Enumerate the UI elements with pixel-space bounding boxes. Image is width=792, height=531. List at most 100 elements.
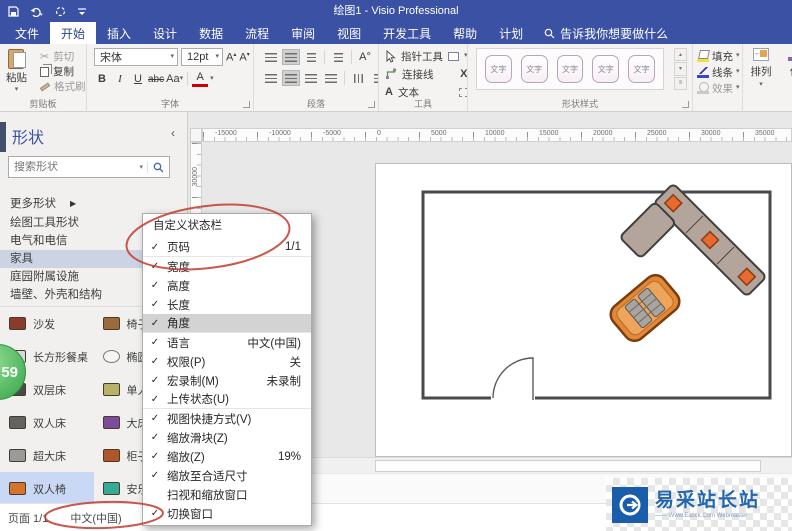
rectangle-tool-caret[interactable]: ▾ xyxy=(464,52,467,59)
status-page-number[interactable]: 页面 1/1 xyxy=(8,510,48,526)
paragraph-dialog-launcher[interactable] xyxy=(368,101,375,108)
gallery-down-button[interactable]: ▾ xyxy=(674,62,687,76)
shape-style-thumb[interactable]: 文字 xyxy=(485,55,512,83)
cut-button[interactable]: ✂ 剪切 xyxy=(40,49,86,64)
search-dropdown-caret[interactable]: ▾ xyxy=(135,163,147,171)
gallery-up-button[interactable]: ▴ xyxy=(674,48,687,62)
drawing-shape-icon[interactable] xyxy=(458,87,467,97)
context-menu-item[interactable]: ✓ 上传状态(U) xyxy=(143,390,311,409)
context-menu-item[interactable]: ✓ 高度 xyxy=(143,276,311,295)
context-menu-item[interactable]: ✓ 长度 xyxy=(143,295,311,314)
align-center-button[interactable] xyxy=(282,70,300,86)
context-menu-item[interactable]: ✓ 宏录制(M) 未录制 xyxy=(143,371,311,390)
master-shape-item[interactable]: 超大床 xyxy=(0,439,94,472)
master-shape-item[interactable]: 双人椅 xyxy=(0,472,94,505)
shape-styles-dialog-launcher[interactable] xyxy=(682,101,689,108)
arrange-button[interactable]: 排列 ▾ xyxy=(745,48,777,88)
ribbon-tab[interactable]: 文件 xyxy=(4,22,50,44)
format-painter-button[interactable]: 格式刷 xyxy=(39,79,86,94)
line-button[interactable]: 线条 ▾ xyxy=(697,64,740,80)
strikethrough-button[interactable]: abc xyxy=(148,71,164,87)
check-mark: ✓ xyxy=(150,280,160,291)
ribbon-tab[interactable]: 数据 xyxy=(188,22,234,44)
gallery-more-button[interactable]: ≡ xyxy=(674,76,687,90)
ribbon-tab[interactable]: 流程 xyxy=(234,22,280,44)
align-right-button[interactable] xyxy=(302,70,320,86)
context-menu-item[interactable]: ✓ 权限(P) 关 xyxy=(143,352,311,371)
grow-font-button[interactable]: A▴ xyxy=(226,51,236,63)
font-size-combo[interactable]: 12pt ▾ xyxy=(181,48,223,66)
font-dialog-launcher[interactable] xyxy=(243,101,250,108)
ribbon-tab[interactable]: 审阅 xyxy=(280,22,326,44)
ribbon-tab[interactable]: 帮助 xyxy=(442,22,488,44)
context-menu-item[interactable]: ✓ 角度 xyxy=(143,314,311,333)
align-left-button[interactable] xyxy=(262,70,280,86)
font-color-button[interactable]: A xyxy=(192,71,209,87)
paste-label: 粘贴 xyxy=(6,72,27,84)
panel-grip[interactable] xyxy=(0,122,6,152)
align-bottom-icon xyxy=(306,52,316,62)
menu-item-label: 缩放(Z) xyxy=(167,451,205,464)
pointer-tool-button[interactable]: 指针工具 ▾ xyxy=(385,47,467,65)
effects-button[interactable]: 效果 ▾ xyxy=(697,80,740,96)
fill-icon xyxy=(697,50,709,62)
master-shape-item[interactable]: 沙发 xyxy=(0,307,94,340)
rectangle-tool-icon[interactable] xyxy=(448,51,459,61)
ribbon-tab[interactable]: 视图 xyxy=(326,22,372,44)
shrink-font-button[interactable]: A▾ xyxy=(239,51,249,63)
ribbon-tab[interactable]: 插入 xyxy=(96,22,142,44)
font-color-caret[interactable]: ▾ xyxy=(210,75,214,82)
cut-icon: ✂ xyxy=(40,51,50,63)
ribbon-tab[interactable]: 计划 xyxy=(488,22,534,44)
change-case-button[interactable]: Aa ▾ xyxy=(166,71,183,87)
context-menu-item[interactable]: ✓ 缩放(Z) 19% xyxy=(143,447,311,466)
paste-button[interactable]: 粘贴 ▾ xyxy=(6,48,27,93)
context-menu-item[interactable]: ✓ 视图快捷方式(V) xyxy=(143,409,311,428)
ribbon-tab[interactable]: 设计 xyxy=(142,22,188,44)
underline-button[interactable]: U xyxy=(130,71,146,87)
context-menu-item[interactable]: ✓ 语言 中文(中国) xyxy=(143,333,311,352)
align-middle-button[interactable] xyxy=(282,49,300,65)
copy-icon xyxy=(40,66,49,77)
italic-button[interactable]: I xyxy=(112,71,128,87)
justify-button[interactable] xyxy=(322,70,340,86)
align-top-button[interactable] xyxy=(262,49,280,65)
status-language[interactable]: 中文(中国) xyxy=(70,510,121,526)
decrease-indent-button[interactable] xyxy=(369,70,378,86)
bullets-button[interactable] xyxy=(329,49,347,65)
panel-collapse-button[interactable]: ‹ xyxy=(171,126,175,140)
shape-style-thumb[interactable]: 文字 xyxy=(592,55,620,83)
ribbon-tab[interactable]: 开发工具 xyxy=(372,22,442,44)
context-menu-item[interactable]: 扫视和缩放窗口 xyxy=(143,485,311,504)
master-shape-item[interactable]: 双人床 xyxy=(0,406,94,439)
shape-style-thumb[interactable]: 文字 xyxy=(520,55,548,83)
connector-tool-button[interactable]: 连接线 X xyxy=(385,65,467,83)
shape-style-thumb[interactable]: 文字 xyxy=(556,55,584,83)
context-menu-item[interactable]: ✓ 缩放至合适尺寸 xyxy=(143,466,311,485)
shape-style-thumb[interactable]: 文字 xyxy=(628,55,655,83)
copy-button[interactable]: 复制 xyxy=(40,64,86,79)
context-menu-item[interactable]: ✓ 切换窗口 xyxy=(143,504,311,523)
align-bottom-button[interactable] xyxy=(302,49,320,65)
position-button[interactable]: 位 ▾ xyxy=(779,48,792,88)
font-family-combo[interactable]: 宋体 ▾ xyxy=(94,48,178,66)
font-size-caret: ▾ xyxy=(215,53,219,60)
room-shape[interactable] xyxy=(421,190,772,403)
search-button[interactable] xyxy=(147,161,169,173)
connection-point-tool[interactable]: X xyxy=(460,68,467,80)
text-options-button[interactable]: A° xyxy=(356,49,374,65)
fill-button[interactable]: 填充 ▾ xyxy=(697,48,740,64)
loveseat-shape[interactable] xyxy=(606,271,684,346)
text-direction-button[interactable] xyxy=(349,70,367,86)
menu-item-label: 宏录制(M) xyxy=(167,375,219,388)
context-menu-item[interactable]: ✓ 宽度 xyxy=(143,257,311,276)
shape-search-input[interactable] xyxy=(9,161,136,173)
bold-button[interactable]: B xyxy=(94,71,110,87)
scrollbar-thumb[interactable] xyxy=(375,460,761,472)
tell-me-box[interactable]: 告诉我你想要做什么 xyxy=(534,22,678,44)
menu-item-value: 19% xyxy=(277,450,301,463)
context-menu-item[interactable]: ✓ 页码 1/1 xyxy=(143,238,311,257)
ribbon-tab[interactable]: 开始 xyxy=(50,22,97,44)
context-menu-item[interactable]: ✓ 缩放滑块(Z) xyxy=(143,428,311,447)
more-shapes[interactable]: 更多形状 ▶ xyxy=(10,195,76,211)
